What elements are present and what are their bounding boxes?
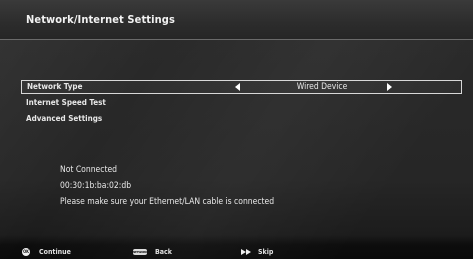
cable-message-text: Please make sure your Ethernet/LAN cable… — [60, 197, 275, 207]
settings-menu: Network Type Wired Device Internet Speed… — [21, 80, 462, 128]
fast-forward-icon — [241, 249, 252, 256]
page-title: Network/Internet Settings — [26, 13, 175, 26]
arrow-right-icon[interactable] — [387, 83, 392, 91]
back-label: Back — [155, 248, 172, 256]
footer-bar: OK Continue NETWORK Back Skip — [0, 246, 473, 259]
menu-item-advanced-settings[interactable]: Advanced Settings — [21, 112, 462, 126]
menu-item-internet-speed-test[interactable]: Internet Speed Test — [21, 96, 462, 110]
continue-label: Continue — [39, 248, 71, 256]
menu-item-network-type[interactable]: Network Type Wired Device — [21, 80, 462, 94]
network-type-value: Wired Device — [296, 82, 348, 92]
connection-state-text: Not Connected — [60, 165, 118, 175]
menu-item-label: Advanced Settings — [26, 114, 103, 123]
connection-status: Not Connected 00:30:1b:ba:02:db Please m… — [60, 162, 274, 210]
menu-item-label: Internet Speed Test — [26, 98, 106, 107]
arrow-left-icon[interactable] — [235, 83, 240, 91]
network-button-icon: NETWORK — [133, 249, 147, 255]
mac-address-text: 00:30:1b:ba:02:db — [60, 181, 132, 191]
skip-label: Skip — [258, 248, 274, 256]
ok-button-icon: OK — [22, 248, 30, 256]
screen: Network/Internet Settings Network Type W… — [0, 0, 473, 259]
header-bar: Network/Internet Settings — [0, 0, 473, 40]
menu-item-label: Network Type — [27, 82, 83, 91]
